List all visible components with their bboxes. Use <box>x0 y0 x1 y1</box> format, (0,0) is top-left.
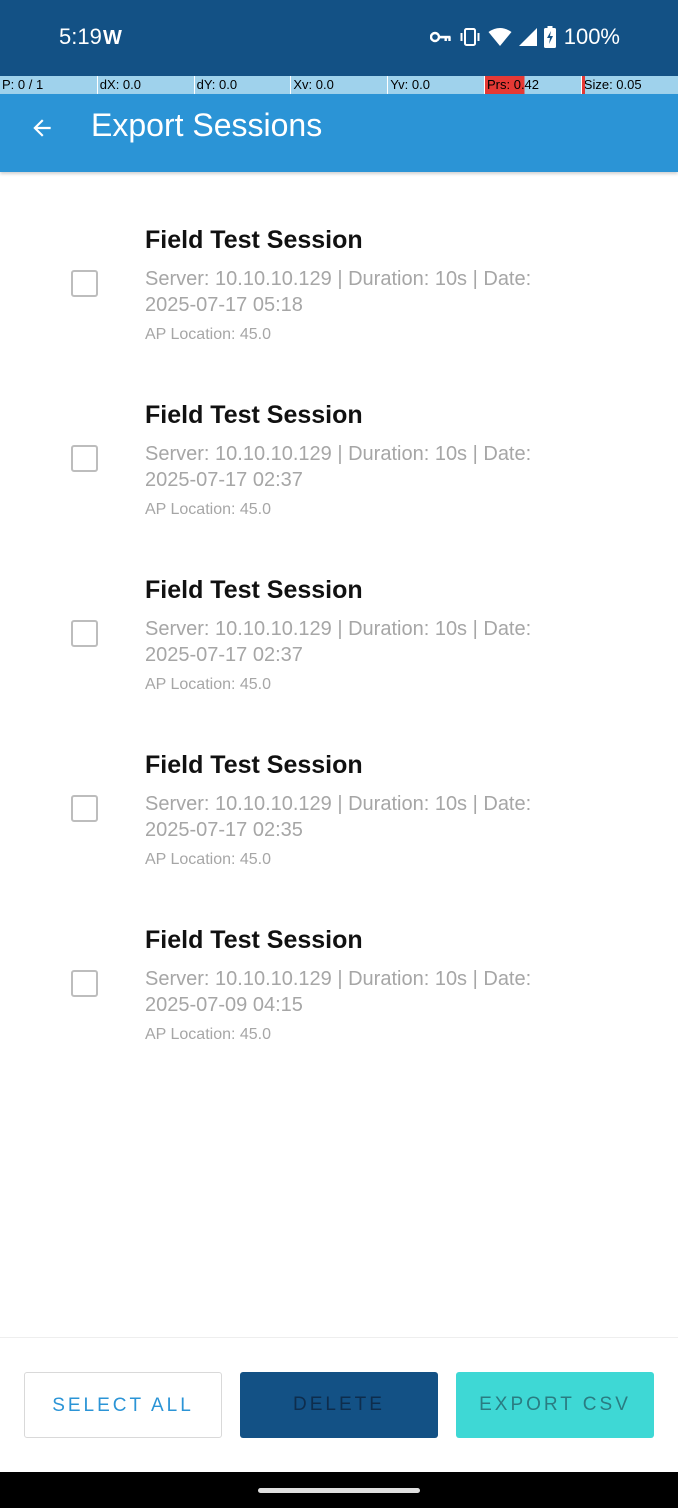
back-button[interactable] <box>18 106 66 154</box>
session-location: AP Location: 45.0 <box>145 1026 272 1043</box>
battery-percentage: 100% <box>563 24 620 49</box>
session-checkbox[interactable] <box>71 270 98 297</box>
vpn-key-icon <box>429 30 452 44</box>
session-checkbox[interactable] <box>71 620 98 647</box>
debug-pointer-count: P: 0 / 1 <box>2 77 44 92</box>
page-title: Export Sessions <box>91 107 323 143</box>
session-title: Field Test Session <box>145 576 363 604</box>
export-csv-button[interactable]: EXPORT CSV <box>456 1372 654 1438</box>
session-list-item[interactable]: Field Test Session Server: 10.10.10.129 … <box>0 915 678 1090</box>
session-title: Field Test Session <box>145 226 363 254</box>
pointer-location-overlay: P: 0 / 1 dX: 0.0 dY: 0.0 Xv: 0.0 Yv: 0.0… <box>0 76 678 94</box>
status-bar: 5:19 W 100% <box>0 0 678 76</box>
select-all-button[interactable]: SELECT ALL <box>24 1372 222 1438</box>
session-checkbox[interactable] <box>71 445 98 472</box>
vibrate-icon <box>458 27 482 47</box>
session-details: Server: 10.10.10.129 | Duration: 10s | D… <box>145 618 532 666</box>
session-details: Server: 10.10.10.129 | Duration: 10s | D… <box>145 968 532 1016</box>
debug-dx: dX: 0.0 <box>96 76 194 94</box>
wifi-icon <box>488 27 512 47</box>
app-notification-icon: W <box>103 27 122 49</box>
session-list-item[interactable]: Field Test Session Server: 10.10.10.129 … <box>0 390 678 565</box>
debug-pressure: Prs: 0.42 <box>483 76 581 94</box>
session-location: AP Location: 45.0 <box>145 326 272 343</box>
battery-charging-icon <box>543 26 556 48</box>
status-icons: 100% <box>429 24 620 50</box>
bottom-divider <box>0 1337 678 1338</box>
debug-yv: Yv: 0.0 <box>387 76 484 94</box>
session-details: Server: 10.10.10.129 | Duration: 10s | D… <box>145 268 532 316</box>
session-details: Server: 10.10.10.129 | Duration: 10s | D… <box>145 793 532 841</box>
session-checkbox[interactable] <box>71 970 98 997</box>
app-bar: Export Sessions <box>0 94 678 172</box>
session-location: AP Location: 45.0 <box>145 501 272 518</box>
home-gesture-handle[interactable] <box>258 1488 420 1493</box>
session-title: Field Test Session <box>145 751 363 779</box>
session-location: AP Location: 45.0 <box>145 851 272 868</box>
session-title: Field Test Session <box>145 926 363 954</box>
session-location: AP Location: 45.0 <box>145 676 272 693</box>
status-time: 5:19 <box>59 24 102 49</box>
session-list-item[interactable]: Field Test Session Server: 10.10.10.129 … <box>0 740 678 915</box>
debug-xv: Xv: 0.0 <box>290 76 387 94</box>
debug-dy: dY: 0.0 <box>193 76 291 94</box>
arrow-back-icon <box>29 115 55 146</box>
session-list-item[interactable]: Field Test Session Server: 10.10.10.129 … <box>0 565 678 740</box>
debug-size: Size: 0.05 <box>580 76 678 94</box>
session-checkbox[interactable] <box>71 795 98 822</box>
session-list-item[interactable]: Field Test Session Server: 10.10.10.129 … <box>0 215 678 390</box>
navigation-bar <box>0 1472 678 1508</box>
delete-button[interactable]: DELETE <box>240 1372 438 1438</box>
session-details: Server: 10.10.10.129 | Duration: 10s | D… <box>145 443 532 491</box>
cell-signal-icon <box>518 27 538 47</box>
session-title: Field Test Session <box>145 401 363 429</box>
